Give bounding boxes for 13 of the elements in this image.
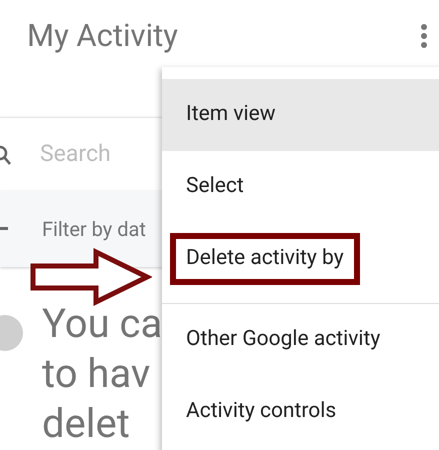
search-field[interactable]: Search	[40, 137, 150, 172]
menu-item[interactable]: Delete activity by	[170, 233, 360, 285]
page-title: My Activity	[27, 16, 178, 56]
menu-item[interactable]: Select	[170, 161, 260, 213]
search-icon	[0, 144, 12, 166]
filter-label: Filter by dat	[42, 216, 146, 243]
menu-item[interactable]: Other Google activity	[170, 314, 396, 366]
message-line: You ca	[42, 299, 162, 349]
more-options-icon[interactable]	[419, 23, 429, 49]
menu-item[interactable]: Activity controls	[170, 386, 352, 438]
minus-icon	[0, 227, 8, 231]
message-line: to hav	[42, 349, 152, 399]
message-line: delet	[42, 399, 131, 449]
